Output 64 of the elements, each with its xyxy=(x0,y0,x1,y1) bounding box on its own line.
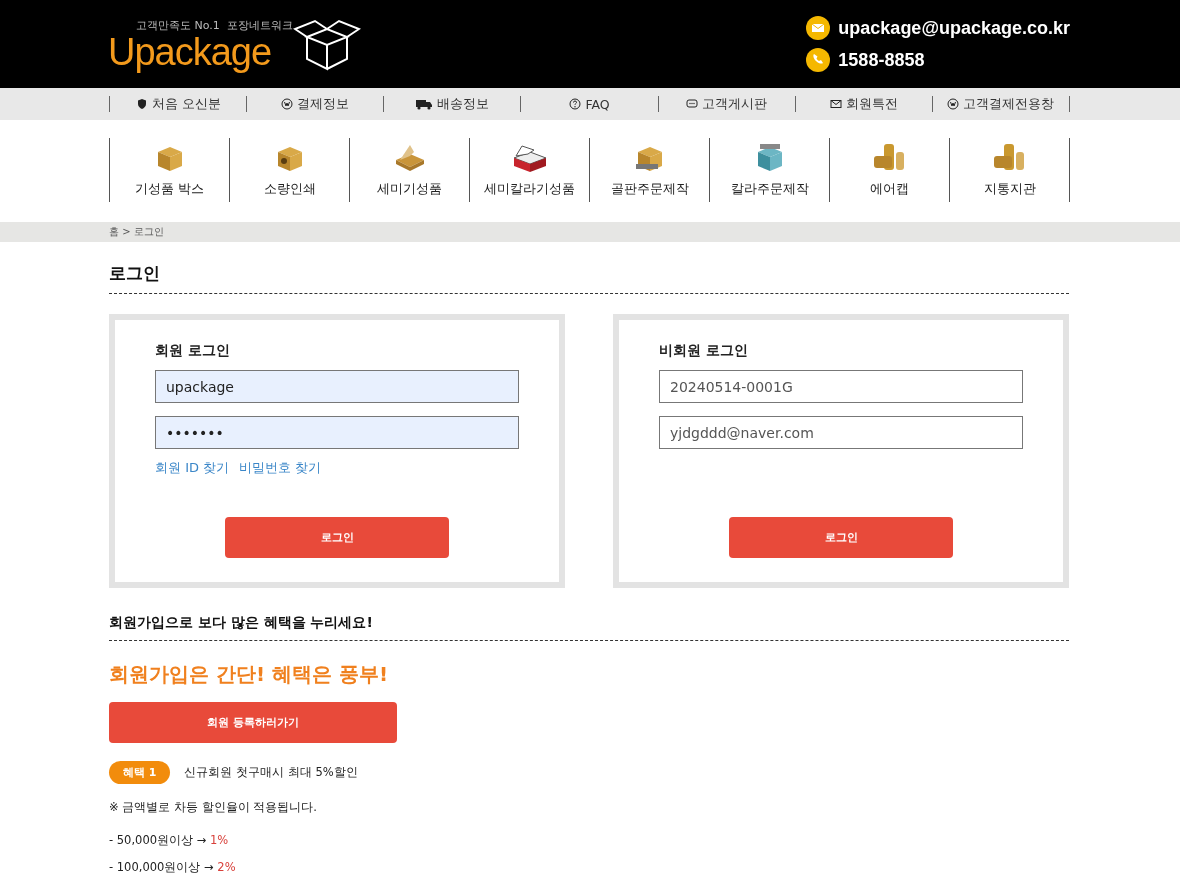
category-label: 세미기성품 xyxy=(377,180,442,198)
email-icon xyxy=(806,16,831,40)
nav-label: FAQ xyxy=(585,96,610,112)
nav-link[interactable]: 처음 오신분 xyxy=(109,96,247,112)
nav-link[interactable]: 회원특전 xyxy=(794,96,932,112)
nav-link[interactable]: 고객결제전용창 xyxy=(931,96,1070,112)
chat-icon xyxy=(686,98,699,110)
nav-label: 처음 오신분 xyxy=(151,95,221,113)
nav-link[interactable]: 결제정보 xyxy=(246,96,384,112)
category-link[interactable]: 소량인쇄 xyxy=(229,138,349,202)
section-heading: 회원가입으로 보다 많은 혜택을 누리세요! xyxy=(109,614,1069,641)
slogan: 회원가입은 간단! 혜택은 풍부! xyxy=(109,661,390,688)
nav-link[interactable]: FAQ xyxy=(520,96,658,112)
category-link[interactable]: 에어캡 xyxy=(829,138,949,202)
currency-icon xyxy=(281,98,294,110)
category-label: 지통지관 xyxy=(983,180,1036,198)
category-link[interactable]: 세미기성품 xyxy=(349,138,469,202)
nav-label: 고객게시판 xyxy=(702,95,768,113)
shield-icon xyxy=(135,98,148,110)
category-label: 골판주문제작 xyxy=(610,180,689,198)
login-button[interactable]: 로그인 xyxy=(225,517,449,558)
benefit-badge: 혜택 1 xyxy=(109,761,171,784)
email-address: upackage@upackage.co.kr xyxy=(838,17,1070,39)
category-link[interactable]: 칼라주문제작 xyxy=(709,138,829,202)
category-link[interactable]: 세미칼라기성품 xyxy=(469,138,589,202)
breadcrumb: 홈 > 로그인 xyxy=(109,225,164,239)
mail-icon xyxy=(829,98,842,110)
box-logo-icon xyxy=(292,18,361,71)
panel-title: 회원 로그인 xyxy=(155,342,231,360)
category-label: 에어캡 xyxy=(870,180,909,198)
phone-number: 1588-8858 xyxy=(838,49,925,71)
page-title: 로그인 xyxy=(109,262,1069,294)
category-label: 소량인쇄 xyxy=(263,180,316,198)
help-icon xyxy=(569,98,582,110)
panel-title: 비회원 로그인 xyxy=(659,342,749,360)
category-label: 칼라주문제작 xyxy=(730,180,809,198)
category-link[interactable]: 골판주문제작 xyxy=(589,138,709,202)
logo-tagline: 고객만족도 No.1 포장네트워크 xyxy=(136,17,293,33)
category-link[interactable]: 기성품 박스 xyxy=(109,138,229,202)
password-field[interactable]: ••••••• xyxy=(155,416,519,449)
note-text: ※ 금액별로 차등 할인율이 적용됩니다. xyxy=(109,800,317,815)
nav-label: 배송정보 xyxy=(436,95,489,113)
category-label: 세미칼라기성품 xyxy=(484,180,575,198)
truck-icon xyxy=(415,98,433,110)
id-field[interactable]: upackage xyxy=(155,370,519,403)
find-link[interactable]: 비밀번호 찾기 xyxy=(239,459,322,477)
email-field[interactable]: yjdgddd@naver.com xyxy=(659,416,1023,449)
discount-tier-text: - 50,000원이상 → 1% xyxy=(109,833,229,848)
benefit-text: 신규회원 첫구매시 최대 5%할인 xyxy=(184,765,358,780)
category-label: 기성품 박스 xyxy=(134,180,205,198)
find-link[interactable]: 회원 ID 찾기 xyxy=(155,459,230,477)
nav-link[interactable]: 고객게시판 xyxy=(657,96,795,112)
nav-label: 회원특전 xyxy=(845,95,898,113)
currency-icon xyxy=(947,98,960,110)
phone-icon xyxy=(806,48,831,72)
nav-label: 고객결제전용창 xyxy=(963,95,1055,113)
signup-button[interactable]: 회원 등록하러가기 xyxy=(109,702,397,743)
nav-link[interactable]: 배송정보 xyxy=(383,96,521,112)
logo[interactable]: Upackage xyxy=(108,32,293,71)
category-link[interactable]: 지통지관 xyxy=(949,138,1070,202)
nav-label: 결제정보 xyxy=(297,95,350,113)
order-number-field[interactable]: 20240514-0001G xyxy=(659,370,1023,403)
login-button[interactable]: 로그인 xyxy=(729,517,953,558)
discount-tier-text: - 100,000원이상 → 2% xyxy=(109,860,236,875)
